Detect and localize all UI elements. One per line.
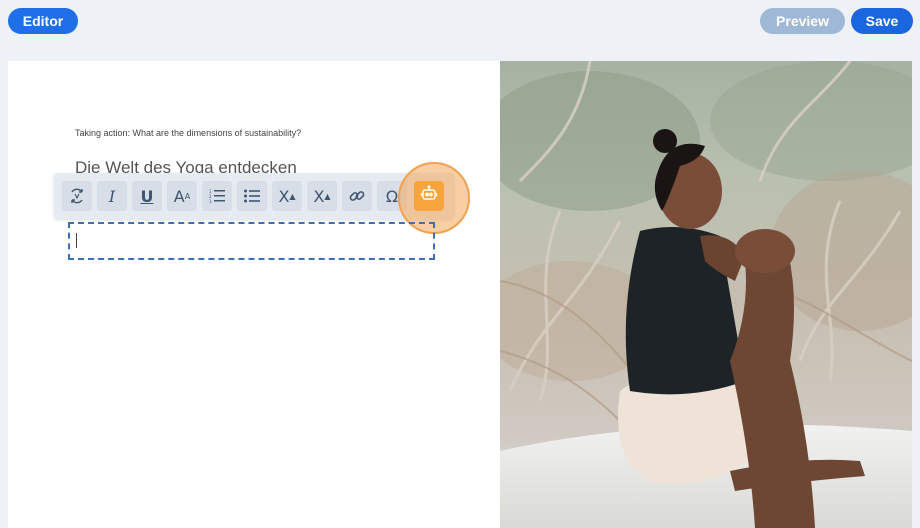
ai-rewrite-button[interactable] [62, 181, 92, 211]
bullet-list-icon [243, 188, 261, 204]
link-icon [348, 187, 366, 205]
svg-text:3: 3 [209, 199, 212, 204]
save-button[interactable]: Save [851, 8, 913, 34]
superscript-marker-icon: ▲ [289, 191, 296, 201]
text-caret [76, 233, 77, 248]
link-button[interactable] [342, 181, 372, 211]
subscript-marker-icon: ▲ [324, 191, 331, 201]
font-size-icon: A [173, 186, 185, 206]
text-input-area[interactable] [68, 222, 435, 260]
special-character-icon: Ω [385, 186, 399, 206]
italic-button[interactable]: I [97, 181, 127, 211]
italic-icon: I [108, 186, 116, 206]
yoga-photo[interactable] [500, 61, 912, 528]
ordered-list-icon: 1 2 3 [208, 188, 226, 204]
superscript-button[interactable]: X ▲ [272, 181, 302, 211]
preview-button[interactable]: Preview [760, 8, 845, 34]
robot-assistant-icon [420, 185, 438, 208]
font-size-button[interactable]: AA [167, 181, 197, 211]
top-bar: Editor Preview Save [0, 0, 920, 44]
section-subtitle[interactable]: Taking action: What are the dimensions o… [75, 128, 301, 138]
font-size-small-icon: A [184, 191, 191, 201]
robot-assistant-button[interactable] [414, 181, 444, 211]
superscript-icon: X [278, 186, 290, 206]
subscript-icon: X [313, 186, 325, 206]
formatting-toolbar: I U AA 1 2 3 X ▲ X ▲ Ω [54, 173, 454, 219]
ai-rewrite-icon [68, 187, 86, 205]
yoga-photo-illustration [500, 61, 912, 528]
underline-button[interactable]: U [132, 181, 162, 211]
editor-button[interactable]: Editor [8, 8, 78, 34]
underline-icon: U [140, 186, 154, 206]
ordered-list-button[interactable]: 1 2 3 [202, 181, 232, 211]
subscript-button[interactable]: X ▲ [307, 181, 337, 211]
bullet-list-button[interactable] [237, 181, 267, 211]
